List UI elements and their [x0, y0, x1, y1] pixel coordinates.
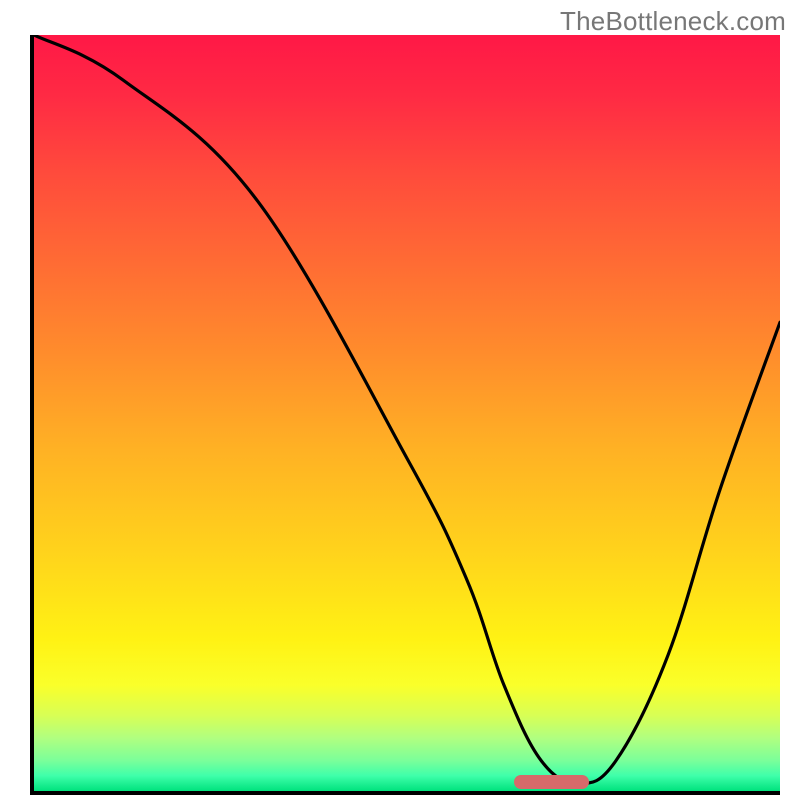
- bottleneck-curve-path: [34, 35, 780, 783]
- watermark-text: TheBottleneck.com: [560, 6, 786, 37]
- optimal-range-marker: [514, 775, 589, 789]
- curve-svg: [34, 35, 780, 791]
- chart-container: TheBottleneck.com: [0, 0, 800, 800]
- plot-area: [30, 35, 780, 795]
